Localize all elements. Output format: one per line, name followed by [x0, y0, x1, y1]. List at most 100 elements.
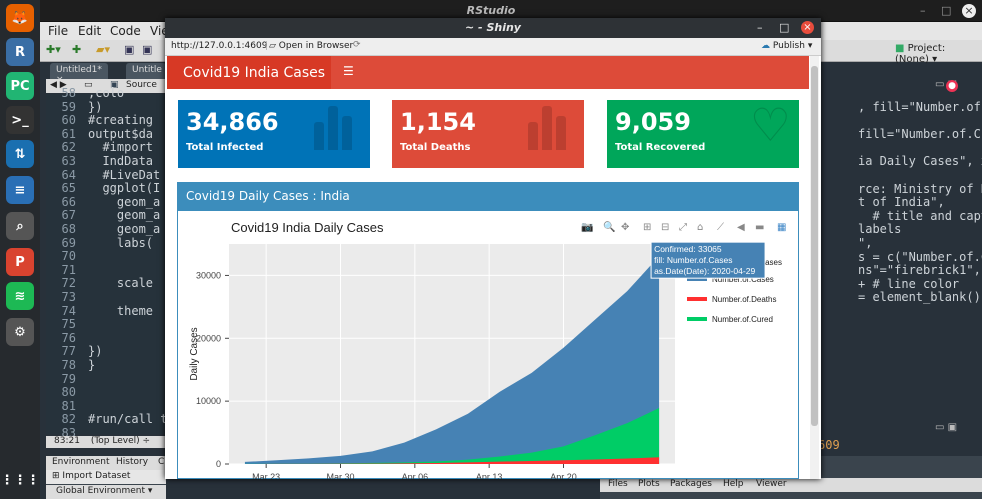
legend-label[interactable]: Number.of.Deaths [712, 295, 776, 304]
minimize-icon[interactable]: – [920, 4, 926, 17]
hover-closest-icon[interactable]: ◀ [737, 222, 745, 233]
value-box-number: 34,866 [186, 108, 279, 136]
source-button[interactable]: Source [126, 80, 157, 90]
plotly-logo-icon[interactable]: ▦ [777, 222, 786, 233]
import-dataset-button[interactable]: ⊞ Import Dataset [52, 471, 130, 481]
cursor-position: 83:21 [54, 436, 80, 446]
line-number: 70 [61, 249, 76, 264]
tab-packages[interactable]: Packages [670, 479, 712, 489]
code-line: + # line color [858, 276, 960, 291]
scrollbar-thumb[interactable] [811, 66, 818, 426]
menu-file[interactable]: File [48, 24, 68, 38]
firefox-icon[interactable]: 🦊 [6, 4, 34, 32]
shiny-scrollbar[interactable] [810, 56, 819, 479]
legend-swatch[interactable] [687, 297, 707, 301]
rstudio-r-icon[interactable]: R [6, 38, 34, 66]
code-line: ns"="firebrick1","Num [858, 263, 982, 278]
x-tick-label: Mar 30 [326, 472, 354, 479]
save-icon[interactable]: ▣ [124, 43, 134, 56]
hover-tooltip: Confirmed: 33065fill: Number.of.Casesas.… [650, 241, 766, 279]
cases-chart[interactable]: 0100002000030000Mar 23 Mar 30 Apr 06 Apr 13… [167, 212, 801, 479]
spotify-icon[interactable]: ≋ [6, 282, 34, 310]
menu-code[interactable]: Code [110, 24, 141, 38]
hover-compare-icon[interactable]: ▬ [755, 222, 764, 233]
tab-plots[interactable]: Plots [638, 479, 660, 489]
tab-viewer[interactable]: Viewer [756, 479, 787, 489]
refresh-icon[interactable]: ⟳ [353, 40, 361, 50]
console-pane-controls[interactable]: ▭ ▣ [935, 422, 975, 434]
legend-label-partial: ases [765, 258, 782, 267]
x-tick-label: Apr 20 [550, 472, 577, 479]
new-project-icon[interactable]: ✚ [72, 43, 81, 56]
app-title: Covid19 India Cases [167, 56, 331, 89]
zoom-out-icon[interactable]: ⊟ [661, 222, 669, 233]
open-file-icon[interactable]: ▰▾ [96, 43, 110, 56]
value-box-total-infected: 34,866 Total Infected [178, 100, 370, 168]
shiny-address-bar: http://127.0.0.1:4609 | ▱ Open in Browse… [165, 38, 821, 56]
publish-button[interactable]: ☁ Publish ▾ [761, 41, 812, 51]
line-number: 66 [61, 194, 76, 209]
value-box-total-deaths: 1,154 Total Deaths [392, 100, 584, 168]
line-number: 82 [61, 412, 76, 427]
code-line: , fill="Number.of.Dea [858, 100, 982, 114]
tab-help[interactable]: Help [723, 479, 744, 489]
zoom-in-icon[interactable]: ⊞ [643, 222, 651, 233]
code-line: = element_blank()) [858, 290, 982, 305]
project-menu[interactable]: ■ Project: (None) ▾ [895, 43, 982, 65]
line-number: 71 [61, 262, 76, 277]
autoscale-icon[interactable]: ⤢ [679, 222, 687, 233]
shiny-window-title: ~ - Shiny [465, 21, 521, 34]
url-display[interactable]: http://127.0.0.1:4609 [171, 41, 267, 51]
new-file-icon[interactable]: ✚▾ [46, 43, 61, 56]
network-icon[interactable]: ⇅ [6, 140, 34, 168]
code-editor[interactable]: 58 ,colo 59}) 60 #creating 61 output$da 62 #imp… [46, 86, 175, 440]
dock: 🦊 R PC >_ ⇅ ≡ ⌕ P ≋ ⚙ ⋮⋮⋮ [0, 0, 40, 499]
open-in-browser-button[interactable]: ▱ Open in Browser [269, 41, 353, 51]
terminal-icon[interactable]: >_ [6, 106, 34, 134]
legend-swatch[interactable] [687, 317, 707, 321]
menu-edit[interactable]: Edit [78, 24, 101, 38]
line-number: 59 [61, 99, 76, 114]
stop-icon[interactable]: ● [946, 80, 958, 92]
line-number: 69 [61, 235, 76, 250]
scope-indicator[interactable]: (Top Level) [91, 436, 140, 446]
settings-icon[interactable]: ⚙ [6, 318, 34, 346]
text-editor-icon[interactable]: ≡ [6, 176, 34, 204]
editor-tab-untitled1[interactable]: Untitled1* × [50, 63, 108, 85]
zoom-icon[interactable]: 🔍 [603, 220, 615, 233]
dashboard-header: Covid19 India Cases ☰ [167, 56, 809, 89]
pycharm-icon[interactable]: PC [6, 72, 34, 100]
legend-label[interactable]: Number.of.Cured [712, 315, 773, 324]
search-tool-icon[interactable]: ⌕ [6, 212, 34, 240]
home-icon[interactable]: ⌂ [697, 222, 703, 233]
value-box-label: Total Infected [186, 142, 264, 153]
camera-icon[interactable]: 📷 [581, 222, 593, 233]
save-all-icon[interactable]: ▣ [142, 43, 152, 56]
box-title: Covid19 Daily Cases : India [178, 183, 798, 211]
sidebar-toggle-icon[interactable]: ☰ [343, 64, 354, 78]
tab-connections[interactable]: C [158, 457, 164, 467]
line-number: 81 [61, 398, 76, 413]
code-line: fill="Number.of.Cured [858, 127, 982, 142]
editor-tab-label: Untitle [132, 65, 162, 75]
maximize-icon[interactable]: □ [941, 4, 951, 17]
publish-icon: ☁ [761, 41, 770, 51]
value-box-label: Total Recovered [615, 142, 706, 153]
tab-environment[interactable]: Environment [52, 457, 109, 467]
value-box-label: Total Deaths [400, 142, 471, 153]
shiny-maximize-icon[interactable]: □ [779, 21, 789, 34]
global-environment-select[interactable]: Global Environment ▾ [56, 486, 152, 496]
pan-icon[interactable]: ✥ [621, 222, 629, 233]
shiny-minimize-icon[interactable]: – [757, 21, 763, 34]
shiny-close-icon[interactable]: × [801, 21, 814, 34]
browser-icon: ▱ [269, 41, 276, 51]
apps-grid-icon[interactable]: ⋮⋮⋮ [1, 466, 40, 494]
presentation-icon[interactable]: P [6, 248, 34, 276]
tab-files[interactable]: Files [608, 479, 628, 489]
tab-history[interactable]: History [116, 457, 148, 467]
close-icon[interactable]: × [962, 4, 976, 18]
line-number: 74 [61, 303, 76, 318]
spike-lines-icon[interactable]: ⟋ [717, 222, 724, 233]
editor-tab-untitled2[interactable]: Untitle [126, 63, 166, 79]
value-box-total-recovered: 9,059 Total Recovered ♡ [607, 98, 799, 168]
